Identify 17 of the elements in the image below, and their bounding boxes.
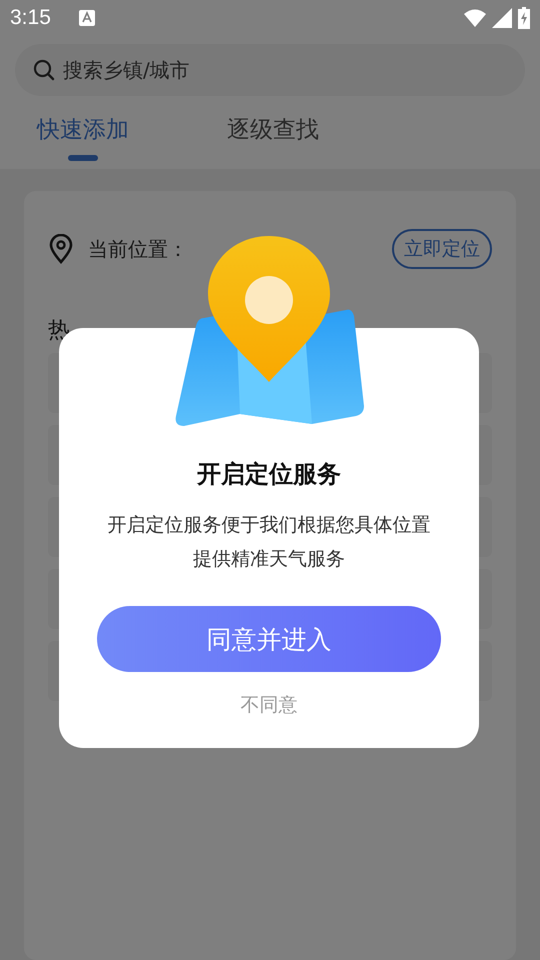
location-label: 当前位置： <box>88 236 188 262</box>
dialog-message: 开启定位服务便于我们根据您具体位置提供精准天气服务 <box>106 513 432 572</box>
tab[interactable]: 逐级查找 <box>227 114 319 169</box>
disagree-button[interactable]: 不同意 <box>232 688 306 722</box>
map-pin-icon <box>174 236 364 428</box>
wifi-icon <box>464 9 486 27</box>
status-time: 3:15 <box>10 6 51 30</box>
dialog-title: 开启定位服务 <box>197 459 341 490</box>
locate-button[interactable]: 立即定位 <box>392 229 492 269</box>
notification-icon <box>78 10 95 26</box>
location-pin-icon <box>48 234 74 264</box>
search-icon <box>33 59 55 81</box>
agree-button[interactable]: 同意并进入 <box>97 606 441 672</box>
signal-icon <box>492 8 512 28</box>
tab[interactable]: 快速添加 <box>37 114 129 169</box>
battery-icon <box>518 7 530 29</box>
search-field[interactable]: 搜索乡镇/城市 <box>15 44 525 96</box>
